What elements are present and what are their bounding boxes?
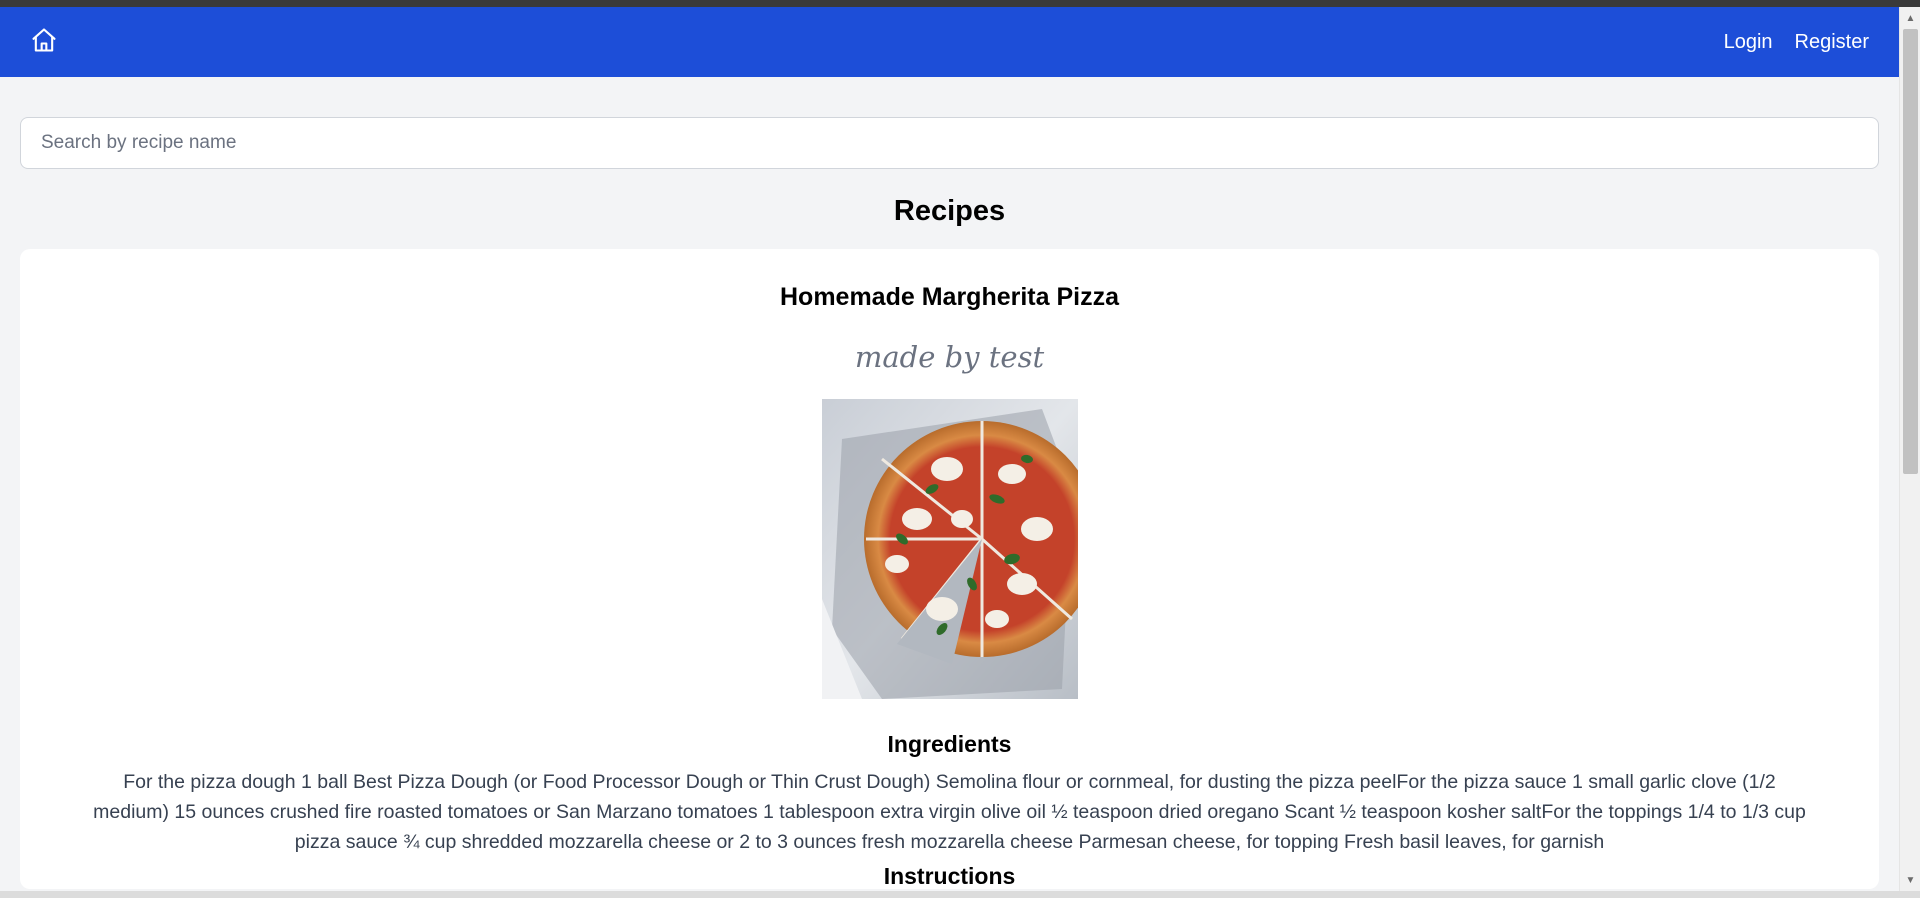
search-container (0, 77, 1899, 169)
window-top-strip (0, 0, 1920, 7)
ingredients-text: For the pizza dough 1 ball Best Pizza Do… (93, 771, 1806, 853)
nav-auth-links: Login Register (1724, 31, 1869, 54)
scrollbar[interactable]: ▲ ▼ (1899, 7, 1920, 891)
scrollbar-thumb[interactable] (1903, 29, 1918, 474)
search-input[interactable] (20, 117, 1879, 169)
page-viewport: Login Register Recipes Homemade Margheri… (0, 7, 1899, 891)
home-link[interactable] (30, 26, 58, 59)
recipe-card: Homemade Margherita Pizza made by test I… (20, 249, 1879, 889)
ingredients-heading: Ingredients (887, 731, 1012, 757)
instructions-heading: Instructions (883, 863, 1016, 889)
window-bottom-strip (0, 891, 1920, 898)
pizza-image (821, 399, 1078, 699)
page-title: Recipes (893, 195, 1006, 227)
register-link[interactable]: Register (1795, 31, 1869, 54)
login-link[interactable]: Login (1724, 31, 1773, 54)
scroll-down-arrow-icon[interactable]: ▼ (1900, 871, 1920, 889)
recipe-author: made by test (854, 340, 1045, 374)
home-icon (30, 26, 58, 59)
navbar: Login Register (0, 7, 1899, 77)
recipe-title: Homemade Margherita Pizza (780, 283, 1119, 311)
scroll-up-arrow-icon[interactable]: ▲ (1900, 9, 1920, 27)
